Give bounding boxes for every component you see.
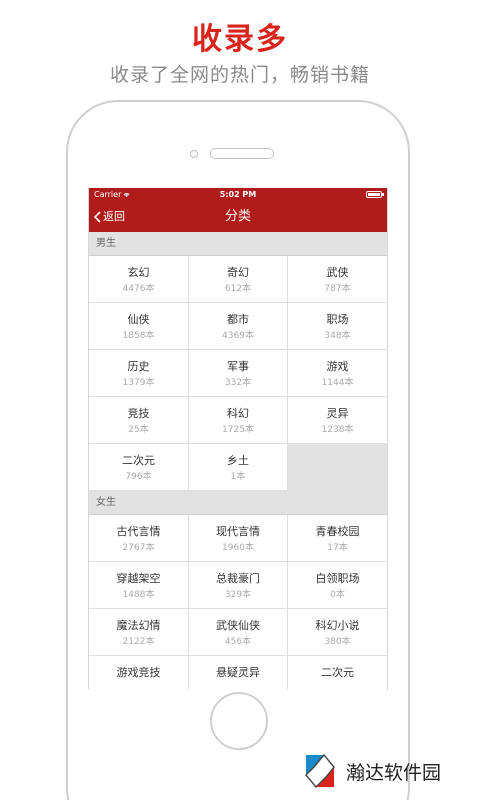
category-name: 玄幻 — [127, 266, 150, 279]
category-cell[interactable]: 乡土 1本 — [189, 444, 288, 491]
category-name: 现代言情 — [216, 525, 260, 538]
category-count: 1960本 — [222, 543, 254, 553]
category-name: 游戏 — [326, 360, 349, 373]
category-name: 竞技 — [127, 407, 150, 420]
category-name: 仙侠 — [127, 313, 150, 326]
promo-headline: 收录多 — [192, 22, 288, 57]
category-count: 25本 — [128, 425, 149, 435]
category-count: 1238本 — [321, 425, 354, 435]
category-cell[interactable]: 武侠仙侠 456本 — [189, 609, 288, 656]
category-name: 二次元 — [321, 666, 354, 679]
category-name: 悬疑灵异 — [216, 666, 260, 679]
category-name: 白领职场 — [315, 572, 360, 585]
category-count: 1379本 — [122, 378, 155, 388]
category-count: 1725本 — [222, 425, 254, 435]
status-time: 5:02 PM — [219, 190, 257, 199]
category-cell[interactable]: 魔法幻情 2122本 — [89, 609, 189, 656]
category-name: 古代言情 — [116, 525, 161, 538]
category-list: 男生玄幻 4476本 奇幻 612本 武侠 787本仙侠 1858本 都市 4369本 职场 348… — [89, 232, 387, 690]
speaker-grille — [210, 148, 274, 159]
nav-bar: 返回 分类 — [89, 202, 387, 232]
category-name: 武侠 — [326, 266, 349, 279]
category-cell[interactable]: 穿越架空 1488本 — [89, 562, 189, 609]
category-count: 0本 — [330, 590, 345, 600]
category-cell[interactable]: 游戏 1144本 — [288, 350, 387, 397]
category-name: 科幻小说 — [315, 619, 360, 632]
category-cell[interactable]: 科幻 1725本 — [189, 397, 288, 444]
watermark-text: 瀚达软件园 — [346, 761, 442, 784]
category-grid: 玄幻 4476本 奇幻 612本 武侠 787本仙侠 1858本 都市 4369本 职场 348本历… — [89, 256, 387, 491]
watermark: 瀚达软件园 — [300, 750, 441, 792]
category-name: 奇幻 — [227, 266, 249, 279]
category-cell[interactable]: 悬疑灵异 — [189, 656, 288, 690]
category-cell[interactable]: 总裁豪门 329本 — [189, 562, 288, 609]
category-count: 380本 — [324, 637, 351, 647]
category-cell[interactable]: 灵异 1238本 — [288, 397, 387, 444]
category-cell[interactable]: 军事 332本 — [189, 350, 288, 397]
category-name: 历史 — [127, 360, 150, 373]
category-count: 17本 — [327, 543, 348, 553]
category-cell[interactable]: 职场 348本 — [288, 303, 387, 350]
category-count: 612本 — [224, 284, 252, 294]
category-name: 武侠仙侠 — [216, 619, 260, 632]
category-count: 2122本 — [122, 637, 155, 647]
category-count: 1144本 — [321, 378, 354, 388]
category-name: 军事 — [227, 360, 249, 373]
status-bar: Carrier 5:02 PM — [89, 188, 387, 202]
category-name: 灵异 — [326, 407, 349, 420]
category-grid: 古代言情 2767本 现代言情 1960本 青春校园 17本穿越架空 1488本 总裁豪门 32… — [89, 515, 387, 690]
category-name: 总裁豪门 — [216, 572, 260, 585]
category-count: 1488本 — [122, 590, 155, 600]
category-count: 796本 — [125, 472, 152, 482]
category-cell[interactable]: 现代言情 1960本 — [189, 515, 288, 562]
category-cell[interactable]: 奇幻 612本 — [189, 256, 288, 303]
category-count: 4476本 — [122, 284, 155, 294]
category-count: 1858本 — [122, 331, 155, 341]
app-header: Carrier 5:02 PM 返回 分类 — [89, 188, 387, 232]
category-count: 456本 — [224, 637, 252, 647]
category-name: 游戏竞技 — [116, 666, 161, 679]
empty-cell — [288, 444, 387, 491]
category-cell[interactable]: 玄幻 4476本 — [89, 256, 189, 303]
category-cell[interactable]: 古代言情 2767本 — [89, 515, 189, 562]
category-cell[interactable]: 白领职场 0本 — [288, 562, 387, 609]
promo-subline: 收录了全网的热门，畅销书籍 — [109, 64, 370, 86]
category-count: 4369本 — [222, 331, 254, 341]
battery-icon — [366, 191, 384, 198]
category-cell[interactable]: 竞技 25本 — [89, 397, 189, 444]
category-cell[interactable]: 游戏竞技 — [89, 656, 189, 690]
section-header: 男生 — [89, 232, 387, 256]
camera-icon — [190, 150, 198, 158]
category-name: 青春校园 — [315, 525, 360, 538]
category-count: 1本 — [230, 472, 246, 482]
promo-page: 收录多 收录了全网的热门，畅销书籍 Carrier 5:02 PM 返回 分类 … — [0, 0, 480, 800]
watermark-logo-icon — [305, 753, 335, 789]
category-cell[interactable]: 科幻小说 380本 — [288, 609, 387, 656]
category-cell[interactable]: 武侠 787本 — [288, 256, 387, 303]
category-name: 乡土 — [227, 454, 249, 467]
battery-fill — [368, 193, 380, 196]
category-count: 329本 — [224, 590, 252, 600]
category-name: 职场 — [326, 313, 349, 326]
category-cell[interactable]: 青春校园 17本 — [288, 515, 387, 562]
category-name: 魔法幻情 — [116, 619, 161, 632]
category-name: 二次元 — [122, 454, 155, 467]
category-count: 332本 — [224, 378, 252, 388]
nav-title: 分类 — [224, 209, 251, 224]
home-button[interactable] — [210, 692, 268, 750]
category-cell[interactable]: 二次元 — [288, 656, 387, 690]
category-cell[interactable]: 仙侠 1858本 — [89, 303, 189, 350]
category-cell[interactable]: 历史 1379本 — [89, 350, 189, 397]
section-header: 女生 — [89, 491, 387, 515]
category-name: 穿越架空 — [116, 572, 161, 585]
category-name: 科幻 — [227, 407, 249, 420]
category-name: 都市 — [227, 313, 249, 326]
category-count: 2767本 — [122, 543, 155, 553]
category-cell[interactable]: 二次元 796本 — [89, 444, 189, 491]
category-cell[interactable]: 都市 4369本 — [189, 303, 288, 350]
category-count: 348本 — [324, 331, 351, 341]
app-screen: Carrier 5:02 PM 返回 分类 男生玄幻 4476本 奇幻 612本 武侠 7… — [88, 188, 388, 690]
category-count: 787本 — [324, 284, 351, 294]
